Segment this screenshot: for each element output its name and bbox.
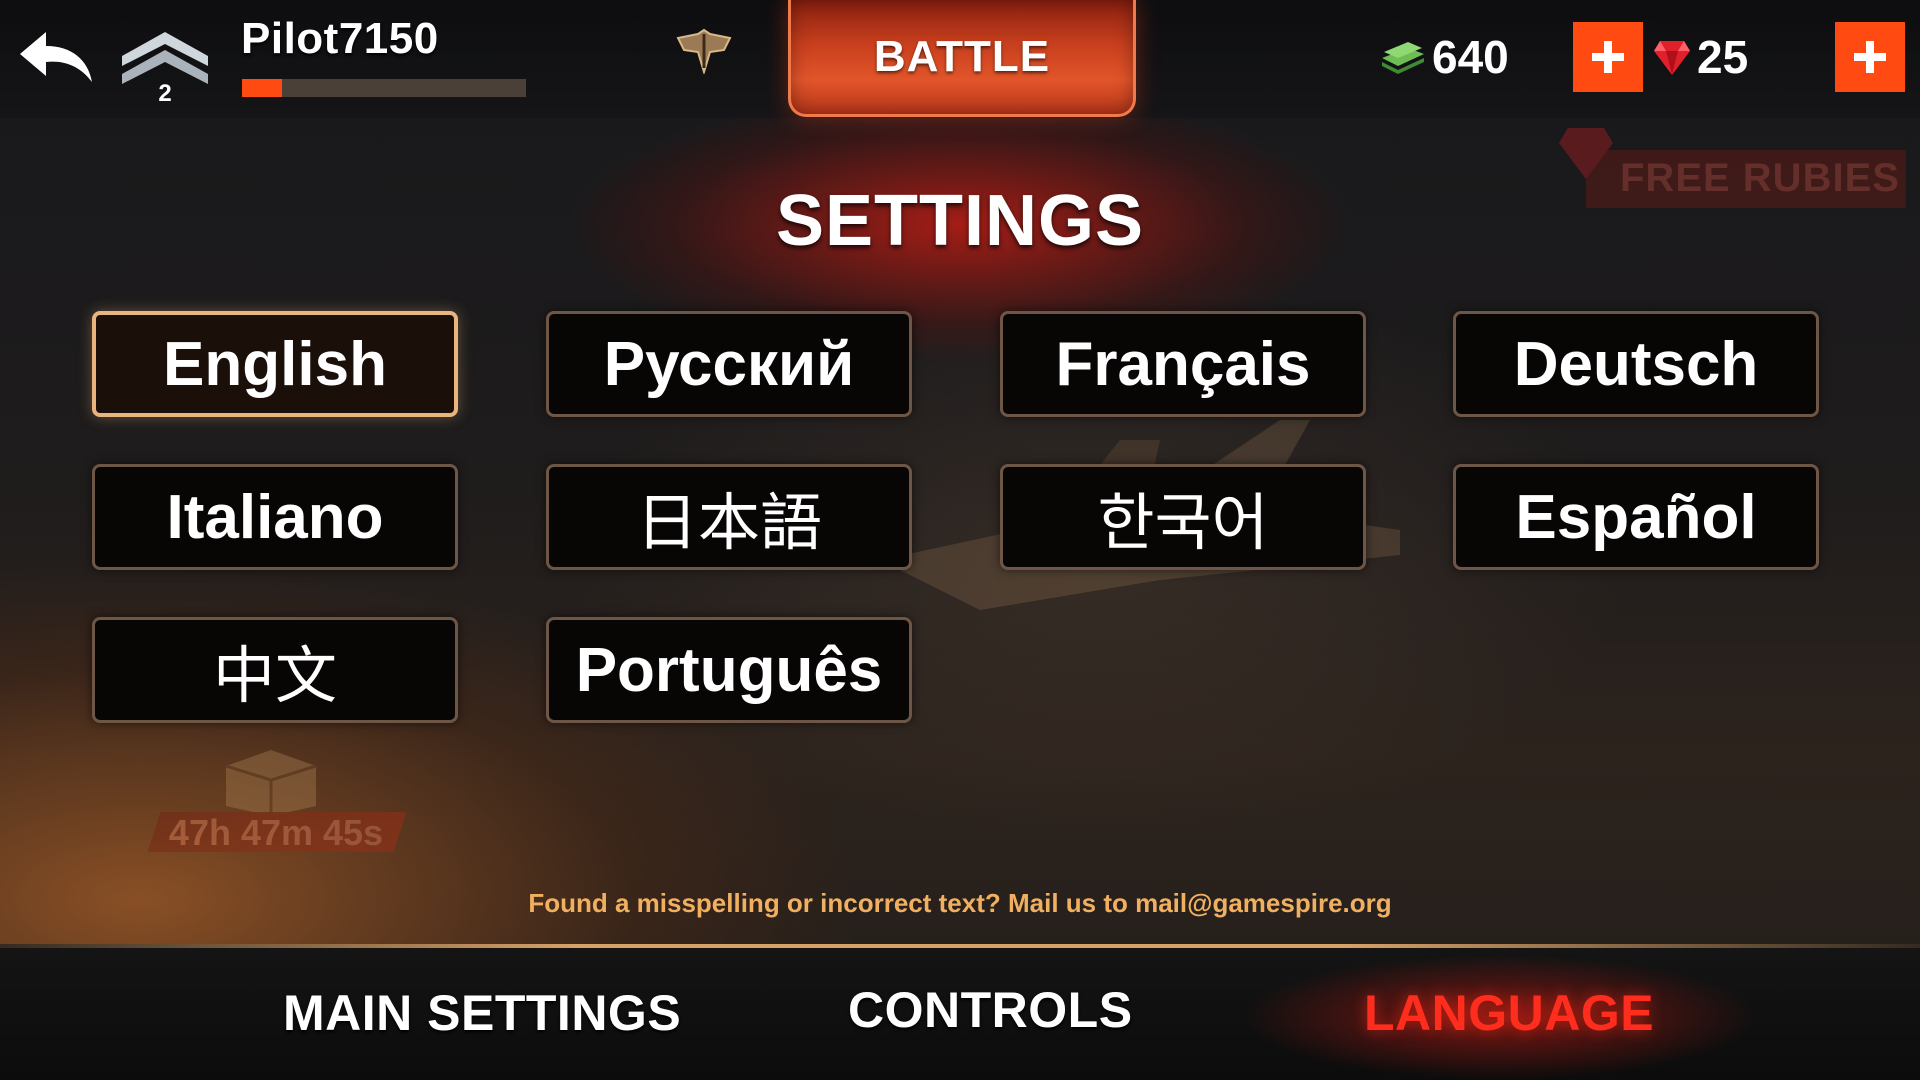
chest-icon (225, 750, 317, 816)
bottom-tab-bar: MAIN SETTINGS CONTROLS LANGUAGE (0, 944, 1920, 1080)
xp-progress-bar (242, 79, 526, 97)
player-name: Pilot7150 (241, 14, 439, 63)
tab-controls[interactable]: CONTROLS (848, 981, 1133, 1039)
language-option-french[interactable]: Français (1000, 311, 1366, 417)
tab-bar-divider (0, 944, 1920, 948)
money-amount: 640 (1432, 31, 1509, 83)
squadron-emblem-icon[interactable] (676, 28, 732, 74)
add-rubies-button[interactable] (1835, 22, 1905, 92)
battle-button-label: BATTLE (873, 32, 1051, 81)
battle-button[interactable]: BATTLE (788, 0, 1136, 117)
language-option-label: 한국어 (1097, 489, 1269, 558)
language-option-label: Русский (603, 329, 855, 399)
language-option-label: Italiano (166, 482, 384, 552)
language-option-chinese[interactable]: 中文 (92, 617, 458, 723)
language-option-german[interactable]: Deutsch (1453, 311, 1819, 417)
rank-chevron-icon (122, 32, 208, 84)
rank-level: 2 (158, 80, 172, 107)
language-option-label: Français (1055, 329, 1311, 399)
language-option-label: Español (1515, 482, 1757, 552)
page-title: SETTINGS (775, 181, 1145, 261)
ruby-icon (1654, 41, 1690, 75)
cash-stack-icon (1382, 42, 1424, 74)
language-option-italian[interactable]: Italiano (92, 464, 458, 570)
language-option-japanese[interactable]: 日本語 (546, 464, 912, 570)
feedback-notice: Found a misspelling or incorrect text? M… (528, 888, 1392, 918)
language-option-spanish[interactable]: Español (1453, 464, 1819, 570)
chest-timer: 47h 47m 45s (168, 812, 384, 853)
add-money-button[interactable] (1573, 22, 1643, 92)
language-option-label: Português (575, 635, 883, 705)
language-option-label: Deutsch (1513, 329, 1759, 399)
language-option-label: 日本語 (635, 489, 822, 558)
back-button[interactable] (16, 26, 96, 86)
plus-icon (1592, 41, 1624, 73)
language-option-russian[interactable]: Русский (546, 311, 912, 417)
ruby-icon (1559, 128, 1613, 179)
tab-language[interactable]: LANGUAGE (1364, 984, 1654, 1042)
language-option-label: English (163, 329, 387, 399)
tab-main-settings[interactable]: MAIN SETTINGS (283, 984, 681, 1042)
xp-progress-fill (242, 79, 282, 97)
language-option-portuguese[interactable]: Português (546, 617, 912, 723)
language-option-english[interactable]: English (92, 311, 458, 417)
ruby-amount: 25 (1697, 31, 1749, 83)
language-option-korean[interactable]: 한국어 (1000, 464, 1366, 570)
reward-chest[interactable]: 47h 47m 45s (140, 736, 410, 856)
language-option-label: 中文 (212, 642, 337, 711)
top-bar: 2 Pilot7150 BATTLE 640 25 (0, 0, 1920, 118)
plus-icon (1854, 41, 1886, 73)
back-arrow-icon (20, 32, 92, 82)
